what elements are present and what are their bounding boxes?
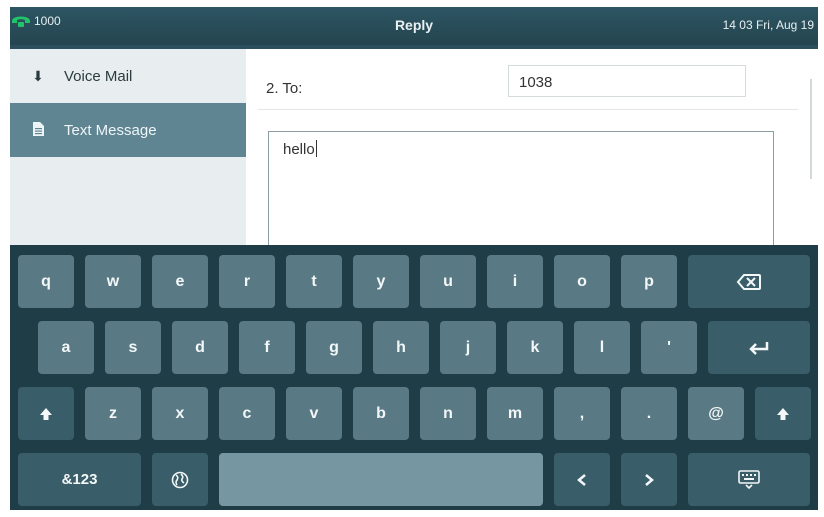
cursor-right-key[interactable] [621, 453, 677, 506]
shift-key-left[interactable] [18, 387, 74, 440]
key-r[interactable]: r [219, 255, 275, 308]
symbols-mode-key[interactable]: &123 [18, 453, 141, 506]
key-z[interactable]: z [85, 387, 141, 440]
language-key[interactable] [152, 453, 208, 506]
shift-icon [40, 407, 52, 420]
key-q[interactable]: q [18, 255, 74, 308]
key-i[interactable]: i [487, 255, 543, 308]
key-o[interactable]: o [554, 255, 610, 308]
onscreen-keyboard: q w e r t y u i o p a s d f g h j k l ' … [10, 245, 818, 510]
key-l[interactable]: l [574, 321, 630, 374]
scrollbar[interactable] [810, 79, 812, 179]
key-period[interactable]: . [621, 387, 677, 440]
message-body-text: hello [283, 141, 315, 158]
key-t[interactable]: t [286, 255, 342, 308]
key-a[interactable]: a [38, 321, 94, 374]
key-j[interactable]: j [440, 321, 496, 374]
globe-icon [171, 471, 189, 488]
recipient-field[interactable]: 1038 [508, 65, 746, 97]
voicemail-icon: ⬇ [32, 67, 44, 84]
key-v[interactable]: v [286, 387, 342, 440]
shift-icon [777, 407, 789, 420]
key-e[interactable]: e [152, 255, 208, 308]
enter-icon [749, 341, 769, 355]
arrow-left-icon [577, 473, 586, 486]
key-s[interactable]: s [105, 321, 161, 374]
keyboard-hide-icon [738, 469, 760, 489]
key-comma[interactable]: , [554, 387, 610, 440]
datetime: 14 03 Fri, Aug 19 [722, 18, 814, 32]
key-b[interactable]: b [353, 387, 409, 440]
key-d[interactable]: d [172, 321, 228, 374]
key-n[interactable]: n [420, 387, 476, 440]
key-w[interactable]: w [85, 255, 141, 308]
key-p[interactable]: p [621, 255, 677, 308]
key-f[interactable]: f [239, 321, 295, 374]
shift-key-right[interactable] [755, 387, 811, 440]
key-g[interactable]: g [306, 321, 362, 374]
key-h[interactable]: h [373, 321, 429, 374]
arrow-right-icon [645, 473, 654, 486]
sidebar-menu: ⬇ Voice Mail Text Message [10, 49, 246, 249]
to-label: 2. To: [266, 80, 303, 97]
message-panel: 2. To: 1038 hello [246, 49, 818, 249]
sidebar-item-voice-mail[interactable]: ⬇ Voice Mail [10, 49, 246, 103]
key-at[interactable]: @ [688, 387, 744, 440]
key-k[interactable]: k [507, 321, 563, 374]
screen-title: Reply [394, 17, 434, 33]
key-apostrophe[interactable]: ' [641, 321, 697, 374]
document-icon [30, 121, 46, 139]
key-x[interactable]: x [152, 387, 208, 440]
message-body-field[interactable]: hello [268, 131, 774, 249]
backspace-key[interactable] [688, 255, 810, 308]
sidebar-item-label: Text Message [64, 121, 157, 139]
enter-key[interactable] [708, 321, 810, 374]
backspace-icon [736, 273, 761, 290]
phone-screen: 1000 Reply 14 03 Fri, Aug 19 ⬇ Voice Mai… [10, 7, 818, 510]
key-m[interactable]: m [487, 387, 543, 440]
status-bar: 1000 Reply 14 03 Fri, Aug 19 [10, 7, 818, 45]
sidebar-item-label: Voice Mail [64, 67, 133, 85]
sidebar-item-text-message[interactable]: Text Message [10, 103, 246, 157]
text-cursor [315, 140, 317, 157]
key-u[interactable]: u [420, 255, 476, 308]
key-c[interactable]: c [219, 387, 275, 440]
key-y[interactable]: y [353, 255, 409, 308]
hide-keyboard-key[interactable] [688, 453, 810, 506]
cursor-left-key[interactable] [554, 453, 610, 506]
space-key[interactable] [219, 453, 543, 506]
divider [258, 109, 798, 110]
